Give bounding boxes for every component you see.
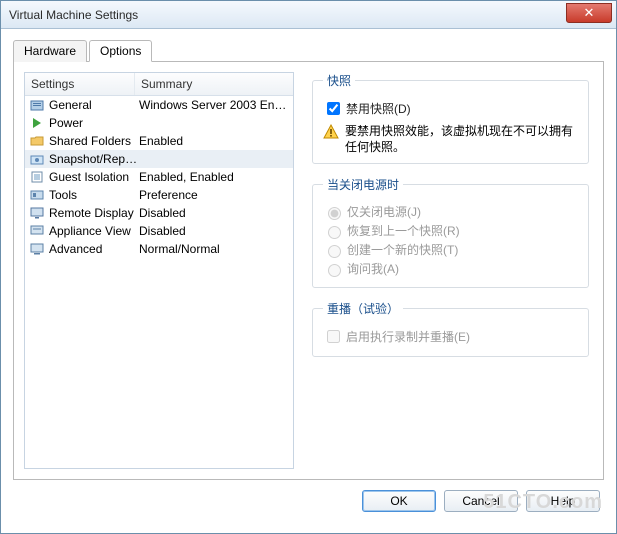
col-header-summary[interactable]: Summary (135, 73, 293, 95)
tools-icon (29, 187, 45, 203)
list-item-label: Advanced (49, 242, 139, 256)
cancel-button[interactable]: Cancel (444, 490, 518, 512)
checkbox-enable-replay (327, 330, 340, 343)
group-poweroff: 当关闭电源时 仅关闭电源(J) 恢复到上一个快照(R) 创建一个新的快照(T) (312, 176, 589, 288)
radio-revert-snapshot-label: 恢复到上一个快照(R) (347, 222, 460, 239)
help-button[interactable]: Help (526, 490, 600, 512)
isolation-icon (29, 169, 45, 185)
list-item-label: Power (49, 116, 139, 130)
list-item-power[interactable]: Power (25, 114, 293, 132)
radio-poweroff-only (328, 207, 341, 220)
group-replay: 重播（试验） 启用执行录制并重播(E) (312, 300, 589, 357)
radio-ask-me-label: 询问我(A) (347, 260, 399, 277)
tab-hardware[interactable]: Hardware (13, 40, 87, 62)
col-header-settings[interactable]: Settings (25, 73, 135, 95)
warning-text: 要禁用快照效能，该虚拟机现在不可以拥有任何快照。 (345, 124, 578, 155)
list-item-label: General (49, 98, 139, 112)
checkbox-disable-snapshot-label[interactable]: 禁用快照(D) (346, 100, 411, 117)
list-item-summary: Disabled (139, 206, 289, 220)
list-item-snapshot-replay[interactable]: Snapshot/Replay (25, 150, 293, 168)
list-item-summary: Enabled (139, 134, 289, 148)
tab-panel-options: Settings Summary General Windows Server … (13, 62, 604, 480)
titlebar: Virtual Machine Settings ✕ (1, 1, 616, 29)
radio-revert-snapshot (328, 226, 341, 239)
radio-ask-me (328, 264, 341, 277)
checkbox-disable-snapshot[interactable] (327, 102, 340, 115)
list-item-label: Remote Display (49, 206, 139, 220)
list-item-summary: Normal/Normal (139, 242, 289, 256)
checkbox-enable-replay-label: 启用执行录制并重播(E) (346, 328, 470, 345)
list-item-summary: Disabled (139, 224, 289, 238)
list-item-remote-display[interactable]: Remote Display Disabled (25, 204, 293, 222)
list-item-label: Shared Folders (49, 134, 139, 148)
window-root: Virtual Machine Settings ✕ Hardware Opti… (0, 0, 617, 534)
power-icon (29, 115, 45, 131)
list-item-summary: Preference (139, 188, 289, 202)
list-item-label: Guest Isolation (49, 170, 139, 184)
ok-button[interactable]: OK (362, 490, 436, 512)
window-title: Virtual Machine Settings (9, 8, 138, 22)
warning-icon (323, 124, 339, 140)
list-header: Settings Summary (25, 73, 293, 96)
list-item-appliance-view[interactable]: Appliance View Disabled (25, 222, 293, 240)
detail-panel: 快照 禁用快照(D) 要禁用快照效能，该虚拟机现在不可以拥有任何快照。 当关闭电… (308, 72, 593, 469)
folder-icon (29, 133, 45, 149)
group-snapshot: 快照 禁用快照(D) 要禁用快照效能，该虚拟机现在不可以拥有任何快照。 (312, 72, 589, 164)
tab-strip: Hardware Options (13, 39, 604, 62)
appliance-icon (29, 223, 45, 239)
remote-display-icon (29, 205, 45, 221)
general-icon (29, 97, 45, 113)
list-item-summary: Windows Server 2003 Enterpri... (139, 98, 289, 112)
group-replay-legend: 重播（试验） (323, 300, 403, 317)
snapshot-icon (29, 151, 45, 167)
radio-poweroff-only-label: 仅关闭电源(J) (347, 203, 421, 220)
close-button[interactable]: ✕ (566, 3, 612, 23)
list-item-label: Snapshot/Replay (49, 152, 139, 166)
list-item-label: Appliance View (49, 224, 139, 238)
radio-new-snapshot-label: 创建一个新的快照(T) (347, 241, 458, 258)
list-item-shared-folders[interactable]: Shared Folders Enabled (25, 132, 293, 150)
list-item-tools[interactable]: Tools Preference (25, 186, 293, 204)
radio-new-snapshot (328, 245, 341, 258)
list-item-general[interactable]: General Windows Server 2003 Enterpri... (25, 96, 293, 114)
list-item-advanced[interactable]: Advanced Normal/Normal (25, 240, 293, 258)
tab-options[interactable]: Options (89, 40, 152, 62)
group-poweroff-legend: 当关闭电源时 (323, 176, 403, 193)
settings-listview[interactable]: Settings Summary General Windows Server … (24, 72, 294, 469)
list-item-guest-isolation[interactable]: Guest Isolation Enabled, Enabled (25, 168, 293, 186)
advanced-icon (29, 241, 45, 257)
list-item-summary: Enabled, Enabled (139, 170, 289, 184)
list-item-label: Tools (49, 188, 139, 202)
group-snapshot-legend: 快照 (323, 72, 355, 89)
dialog-buttons: OK Cancel Help (1, 480, 616, 524)
